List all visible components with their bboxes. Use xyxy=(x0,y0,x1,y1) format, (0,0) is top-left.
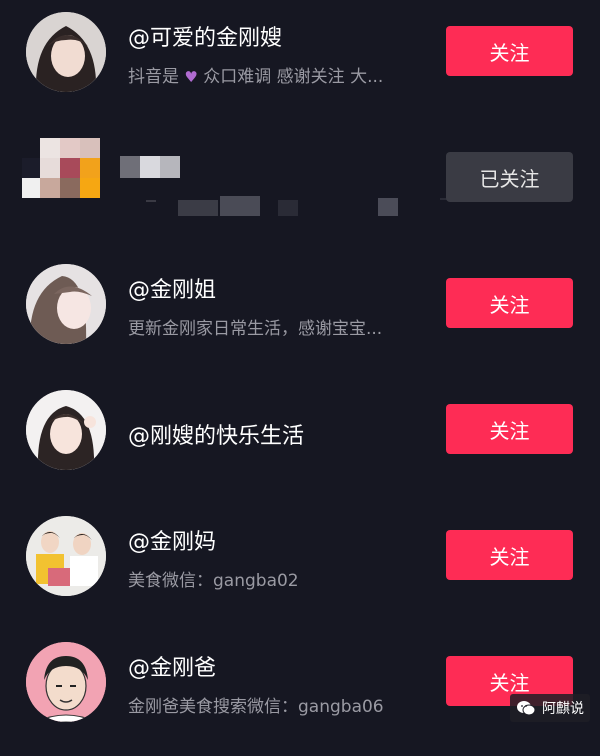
user-row[interactable]: @金刚妈 美食微信：gangba02 关注 xyxy=(0,504,600,630)
username[interactable]: @可爱的金刚嫂 xyxy=(128,20,282,52)
user-row[interactable]: @金刚爸 金刚爸美食搜索微信：gangba06 关注 xyxy=(0,630,600,756)
username[interactable]: @金刚妈 xyxy=(128,524,216,556)
avatar[interactable] xyxy=(26,264,106,344)
user-row[interactable]: @金刚姐 更新金刚家日常生活，感谢宝宝... 关注 xyxy=(0,252,600,378)
username[interactable]: @金刚姐 xyxy=(128,272,216,304)
avatar[interactable] xyxy=(26,516,106,596)
avatar[interactable] xyxy=(26,390,106,470)
heart-icon: ♥ xyxy=(184,68,198,86)
follow-button[interactable]: 关注 xyxy=(446,278,573,328)
following-button[interactable]: 已关注 xyxy=(446,152,573,202)
wechat-icon xyxy=(516,700,536,716)
username[interactable]: @刚嫂的快乐生活 xyxy=(128,418,304,450)
username[interactable]: @金刚爸 xyxy=(128,650,216,682)
user-row[interactable]: @可爱的金刚嫂 抖音是 ♥ 众口难调 感谢关注 大... 关注 xyxy=(0,0,600,126)
watermark: 阿麒说 xyxy=(510,694,590,722)
follow-button[interactable]: 关注 xyxy=(446,530,573,580)
follow-button[interactable]: 关注 xyxy=(446,404,573,454)
avatar[interactable] xyxy=(22,138,102,218)
user-description: 美食微信：gangba02 xyxy=(128,571,299,591)
user-row[interactable]: @刚嫂的快乐生活 关注 xyxy=(0,378,600,504)
user-description: 金刚爸美食搜索微信：gangba06 xyxy=(128,697,384,717)
user-description: 更新金刚家日常生活，感谢宝宝... xyxy=(128,319,383,339)
desc-prefix: 抖音是 xyxy=(128,67,179,87)
desc-suffix: 众口难调 感谢关注 大... xyxy=(203,67,384,87)
watermark-text: 阿麒说 xyxy=(542,701,584,717)
user-description xyxy=(120,196,452,216)
follow-button[interactable]: 关注 xyxy=(446,26,573,76)
username[interactable] xyxy=(120,156,180,178)
user-row[interactable]: 已关注 xyxy=(0,126,600,252)
avatar[interactable] xyxy=(26,642,106,722)
user-description: 抖音是 ♥ 众口难调 感谢关注 大... xyxy=(128,62,383,87)
avatar[interactable] xyxy=(26,12,106,92)
